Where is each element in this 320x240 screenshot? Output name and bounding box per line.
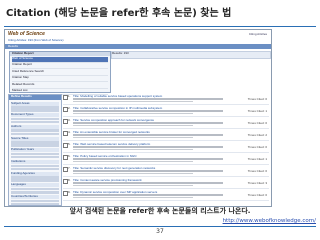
refine-category[interactable]: Languages	[11, 183, 59, 188]
result-number: 7.	[68, 165, 71, 170]
result-row: 9. Title: Dynamic service composition ove…	[63, 190, 269, 201]
times-cited-link[interactable]: Times Cited: 1	[248, 157, 267, 161]
wos-header: Web of Science Citing Articles Citing Ar…	[5, 30, 271, 44]
result-source-line	[73, 124, 193, 127]
result-row: 5. Title: Web service based telecom servi…	[63, 142, 269, 153]
citing-articles-line: Citing Articles: 193 (from Web of Scienc…	[8, 39, 64, 42]
times-cited-link[interactable]: Times Cited: 0	[248, 145, 267, 149]
refine-results-sidebar: Refine Results Subject Areas Document Typ…	[8, 94, 62, 206]
web-of-science-screenshot: Web of Science Citing Articles Citing Ar…	[4, 29, 272, 207]
result-row: 2. Title: Collaborative service compositi…	[63, 106, 269, 117]
citation-option-item[interactable]: Citation Report	[12, 63, 108, 69]
citation-options-header: Citation Report	[10, 51, 110, 56]
result-row: 4. Title: An extensible service broker fo…	[63, 130, 269, 141]
page-number: 37	[156, 228, 164, 235]
wos-tagline: Citing Articles	[248, 32, 267, 36]
result-row: 7. Title: Semantic service discovery for …	[63, 166, 269, 177]
citation-option-item[interactable]: Citation Map	[12, 76, 108, 82]
citation-option-item[interactable]: Related Records	[12, 83, 108, 89]
result-authors-line	[73, 110, 223, 112]
refine-category[interactable]: Subject Areas	[11, 101, 59, 106]
refine-option-line[interactable]	[11, 144, 59, 147]
result-source-line	[73, 148, 193, 151]
results-strip-label: Results	[8, 43, 19, 48]
result-authors-line	[73, 98, 223, 100]
times-cited-link[interactable]: Times Cited: 0	[248, 97, 267, 101]
times-cited-link[interactable]: Times Cited: 3	[248, 181, 267, 185]
refine-option-line[interactable]	[11, 109, 59, 112]
refine-category[interactable]: Funding Agencies	[11, 171, 59, 176]
refine-category[interactable]: Document Types	[11, 113, 59, 118]
results-count-header: Results: 193	[111, 51, 271, 59]
refine-option-line[interactable]	[11, 120, 59, 124]
refine-option-line[interactable]	[11, 132, 59, 136]
result-authors-line	[73, 194, 223, 196]
times-cited-link[interactable]: Times Cited: 2	[248, 133, 267, 137]
result-row: 8. Title: Context aware service provision…	[63, 178, 269, 189]
result-row: 6. Title: Policy based service orchestrat…	[63, 154, 269, 165]
result-source-line	[73, 160, 193, 163]
times-cited-link[interactable]: Times Cited: 1	[248, 109, 267, 113]
title-divider	[4, 26, 316, 27]
citation-option-item[interactable]: Web of Science	[12, 56, 108, 63]
refine-option-line[interactable]	[11, 155, 59, 159]
result-authors-line	[73, 170, 223, 172]
result-number: 3.	[68, 117, 71, 122]
result-number: 5.	[68, 141, 71, 146]
refine-option-line[interactable]	[11, 179, 59, 182]
result-authors-line	[73, 146, 223, 148]
result-number: 8.	[68, 177, 71, 182]
refine-category[interactable]: Institutions	[11, 159, 59, 164]
source-link[interactable]: http://www.webofknowledge.com/	[210, 217, 316, 225]
results-strip: Results	[5, 44, 271, 49]
citation-options-box: Citation Report Web of Science Citation R…	[9, 51, 111, 95]
times-cited-link[interactable]: Times Cited: 0	[248, 169, 267, 173]
results-list: 1. Title: Modelling of reliable service b…	[63, 94, 269, 204]
result-authors-line	[73, 158, 223, 160]
result-number: 1.	[68, 93, 71, 98]
result-number: 9.	[68, 189, 71, 194]
times-cited-link[interactable]: Times Cited: 0	[248, 121, 267, 125]
refine-category[interactable]: Authors	[11, 124, 59, 129]
result-source-line	[73, 172, 193, 175]
result-authors-line	[73, 122, 223, 124]
result-number: 4.	[68, 129, 71, 134]
refine-option-line[interactable]	[11, 191, 59, 194]
result-source-line	[73, 196, 193, 199]
result-row: 3. Title: Service composition approach fo…	[63, 118, 269, 129]
refine-option-line[interactable]	[11, 167, 59, 171]
result-authors-line	[73, 182, 223, 184]
refine-category[interactable]: Publication Years	[11, 148, 59, 153]
citation-option-item[interactable]: Cited Reference Search	[12, 70, 108, 76]
result-source-line	[73, 112, 193, 115]
times-cited-link[interactable]: Times Cited: 0	[248, 193, 267, 197]
wos-logo[interactable]: Web of Science	[8, 31, 45, 38]
refine-category[interactable]: Countries/Territories	[11, 195, 59, 199]
result-number: 2.	[68, 105, 71, 110]
result-source-line	[73, 100, 193, 103]
result-row: 1. Title: Modelling of reliable service b…	[63, 94, 269, 105]
result-source-line	[73, 184, 193, 187]
result-number: 6.	[68, 153, 71, 158]
result-source-line	[73, 136, 193, 139]
refine-category[interactable]: Source Titles	[11, 136, 59, 141]
result-authors-line	[73, 134, 223, 136]
slide-title: Citation (해당 논문을 refer한 후속 논문) 찾는 법	[6, 8, 232, 19]
slide-caption: 앞서 검색된 논문을 refer한 후속 논문들의 리스트가 나온다.	[69, 207, 251, 215]
refine-results-header: Refine Results	[9, 94, 61, 100]
